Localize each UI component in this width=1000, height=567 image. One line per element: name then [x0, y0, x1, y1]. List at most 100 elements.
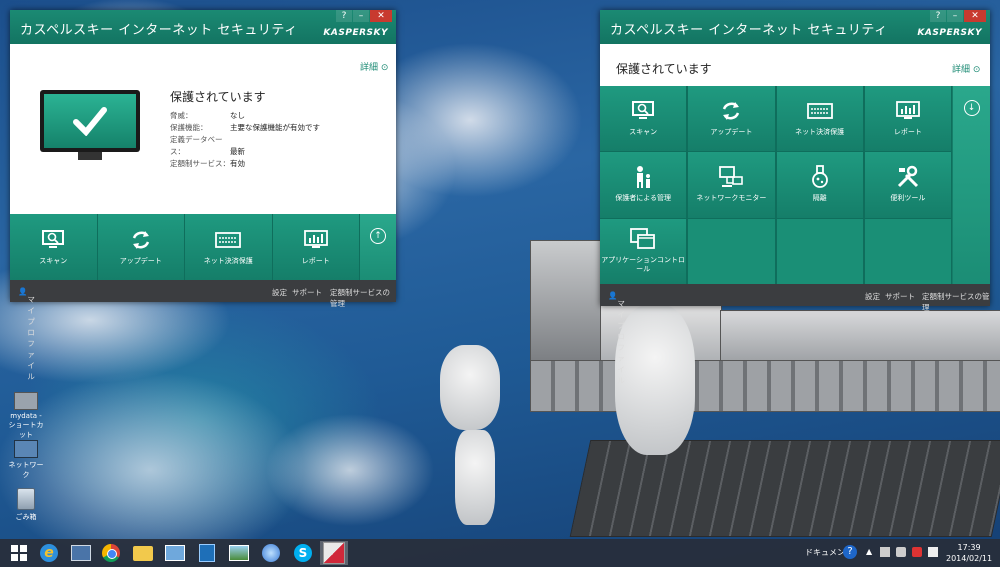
tile-label: ネット決済保護	[203, 256, 253, 265]
status-row-database: 定義データベース： 最新	[170, 134, 320, 158]
tile-empty	[864, 218, 952, 284]
tile-update[interactable]: アップデート	[688, 86, 776, 152]
collapse-column[interactable]: ↓	[953, 86, 990, 284]
tile-tools[interactable]: 便利ツール	[864, 152, 952, 218]
tile-empty	[776, 218, 864, 284]
settings-link[interactable]: 設定	[272, 287, 287, 298]
detail-link[interactable]: 詳細 ⊙	[360, 60, 388, 73]
subscription-link[interactable]: 定額制サービスの管理	[922, 291, 990, 313]
status-row-label: 定額制サービス：	[170, 159, 230, 168]
taskbar-kaspersky[interactable]	[320, 541, 348, 565]
taskbar-photos[interactable]	[226, 541, 252, 565]
tile-safe-money[interactable]: ネット決済保護	[185, 214, 273, 280]
taskbar-explorer[interactable]	[130, 541, 156, 565]
subscription-link[interactable]: 定額制サービスの管理	[330, 287, 396, 309]
checkmark-icon	[73, 107, 107, 136]
desktop-icon-recycle[interactable]: ごみ箱	[6, 488, 46, 522]
monitor-stand	[78, 152, 102, 160]
window-footer: 👤 マイプロファイル 設定 サポート 定額制サービスの管理	[10, 280, 396, 381]
tray-chevron-icon[interactable]: ▲	[866, 547, 872, 556]
desktop-icon-network[interactable]: ネットワーク	[6, 440, 46, 480]
clock-date: 2014/02/11	[946, 554, 993, 563]
astronaut	[440, 345, 500, 430]
kaspersky-tray-icon[interactable]	[912, 547, 922, 557]
minimize-button[interactable]: –	[353, 10, 369, 22]
detail-link-label: 詳細	[952, 65, 971, 75]
network-tray-icon[interactable]	[880, 547, 890, 557]
close-button[interactable]: ✕	[370, 10, 392, 22]
detail-link-label: 詳細	[360, 63, 379, 73]
help-button[interactable]: ?	[336, 10, 352, 22]
window-footer: 👤 マイプロファイル 設定 サポート 定額制サービスの管理	[600, 284, 990, 385]
start-button[interactable]	[6, 541, 32, 565]
my-profile-label: マイプロファイル	[617, 299, 625, 385]
clock-time: 17:39	[957, 543, 981, 552]
explorer-icon	[133, 545, 153, 561]
support-link[interactable]: サポート	[885, 291, 915, 302]
tile-quarantine[interactable]: 隔離	[776, 152, 864, 218]
window-title: カスペルスキー インターネット セキュリティ	[20, 23, 298, 38]
tile-label: ネット決済保護	[795, 128, 845, 137]
taskbar: e S ドキュメント ? ▲ 17:39 2014/02/11	[0, 539, 1000, 567]
taskbar-itunes[interactable]	[258, 541, 284, 565]
collapse-down-icon[interactable]: ↓	[963, 100, 980, 116]
tile-application-control[interactable]: アプリケーションコントロール	[600, 218, 688, 284]
status-details: 脅威： なし 保護機能： 主要な保護機能が有効です 定義データベース： 最新 定額制サ…	[170, 110, 320, 170]
tile-network-monitor[interactable]: ネットワークモニター	[688, 152, 776, 218]
desktop-icon-mydata[interactable]: mydata - ショートカット	[6, 392, 46, 440]
support-link[interactable]: サポート	[292, 287, 322, 298]
start-icon	[11, 545, 27, 561]
tile-report[interactable]: レポート	[272, 214, 360, 280]
my-profile-link[interactable]: 👤 マイプロファイル	[18, 287, 35, 381]
my-profile-label: マイプロファイル	[27, 295, 35, 381]
family-icon	[630, 166, 656, 189]
my-profile-link[interactable]: 👤 マイプロファイル	[608, 291, 625, 385]
flag-tray-icon[interactable]	[928, 547, 938, 557]
kaspersky-icon	[323, 542, 345, 564]
photos-icon	[229, 545, 249, 561]
status-row-label: 脅威：	[170, 111, 193, 120]
taskbar-ie[interactable]: e	[36, 541, 62, 565]
tile-parental-control[interactable]: 保護者による管理	[600, 152, 688, 218]
title-bar[interactable]: カスペルスキー インターネット セキュリティ ? – ✕ KASPERSKY	[10, 10, 396, 44]
tile-label: ネットワークモニター	[696, 194, 767, 203]
tile-safe-money[interactable]: ネット決済保護	[776, 86, 864, 152]
update-arrows-icon	[718, 100, 744, 122]
report-chart-icon	[303, 229, 329, 251]
help-button[interactable]: ?	[930, 10, 946, 22]
help-tray-icon[interactable]: ?	[843, 545, 857, 559]
tile-report[interactable]: レポート	[864, 86, 952, 152]
settings-link[interactable]: 設定	[865, 291, 880, 302]
kaspersky-window-compact: カスペルスキー インターネット セキュリティ ? – ✕ KASPERSKY 詳…	[10, 10, 396, 381]
expand-up-icon[interactable]: ↑	[370, 228, 386, 244]
tile-label: スキャン	[629, 128, 658, 137]
tile-update[interactable]: アップデート	[97, 214, 185, 280]
taskbar-item[interactable]	[68, 541, 94, 565]
tile-bar: スキャン アップデート ネット決済保護 レポート ↑	[10, 214, 396, 280]
scan-monitor-icon	[40, 229, 66, 251]
windows-icon	[630, 228, 656, 250]
expand-column[interactable]: ↑	[360, 214, 396, 280]
media-icon	[199, 544, 215, 562]
taskbar-skype[interactable]: S	[290, 541, 316, 565]
tile-scan[interactable]: スキャン	[10, 214, 98, 280]
update-arrows-icon	[128, 229, 154, 251]
taskbar-chrome[interactable]	[98, 541, 124, 565]
itunes-icon	[262, 544, 280, 562]
status-row-threat: 脅威： なし	[170, 110, 320, 122]
close-button[interactable]: ✕	[964, 10, 986, 22]
taskbar-remote-desktop[interactable]	[162, 541, 188, 565]
astronaut	[615, 305, 695, 455]
tile-empty	[688, 218, 776, 284]
status-row-subscription: 定額制サービス：有効	[170, 158, 320, 170]
taskbar-media[interactable]	[194, 541, 220, 565]
minimize-button[interactable]: –	[947, 10, 963, 22]
volume-tray-icon[interactable]	[896, 547, 906, 557]
window-controls: ? – ✕	[335, 10, 392, 22]
tile-scan[interactable]: スキャン	[600, 86, 688, 152]
window-app-icon	[71, 545, 91, 561]
detail-link[interactable]: 詳細 ⊙	[952, 62, 980, 75]
tile-label: レポート	[893, 128, 922, 137]
clock[interactable]: 17:39 2014/02/11	[946, 542, 992, 564]
title-bar[interactable]: カスペルスキー インターネット セキュリティ ? – ✕ KASPERSKY	[600, 10, 990, 44]
